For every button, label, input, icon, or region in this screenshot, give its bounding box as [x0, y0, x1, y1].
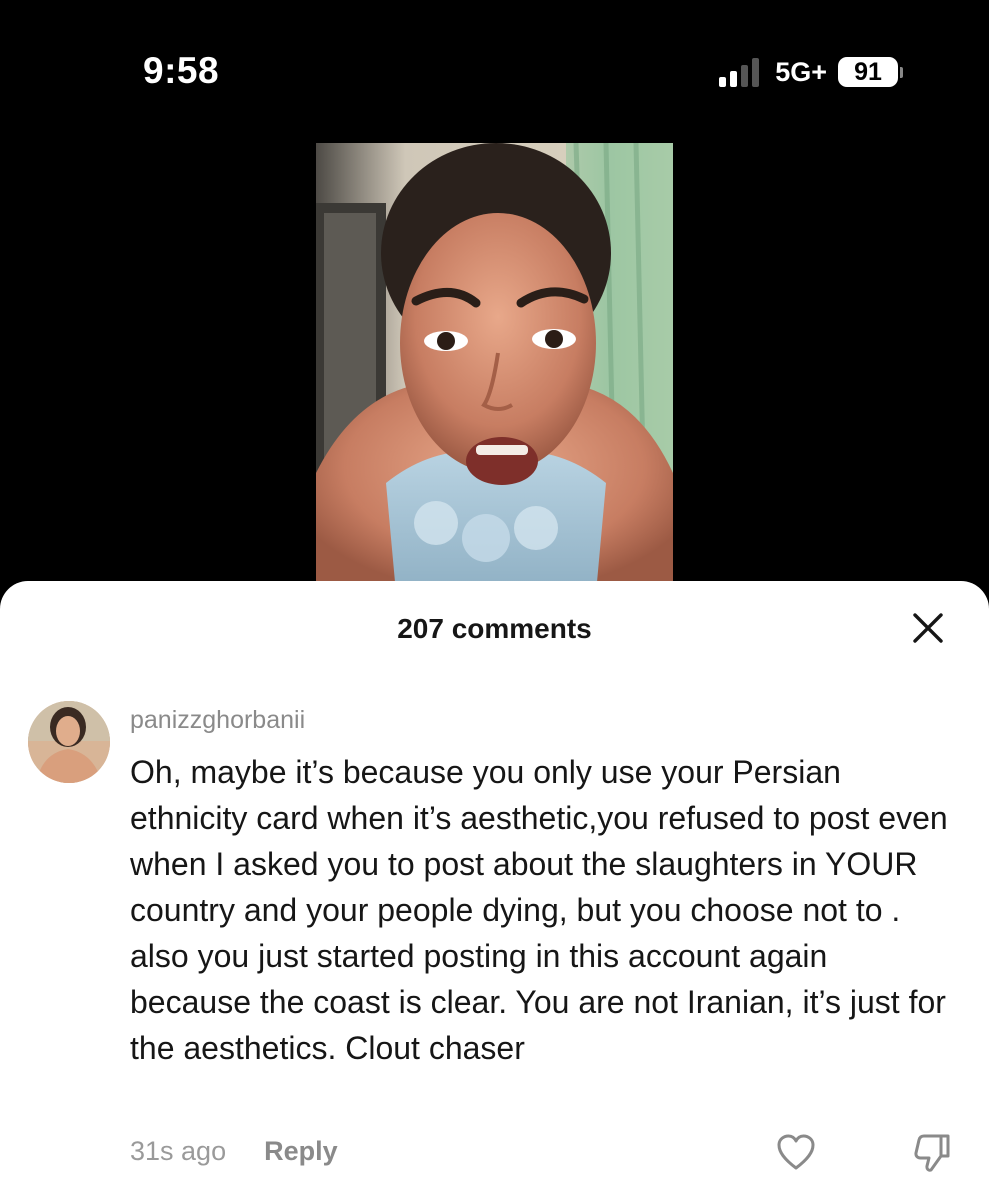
comment-meta: 31s ago Reply — [130, 1136, 338, 1167]
heart-outline-icon[interactable] — [776, 1133, 816, 1171]
battery-icon: 91 — [838, 57, 903, 87]
signal-strength-icon — [719, 57, 760, 87]
comments-sheet: 207 comments panizzghorbanii Oh, maybe i… — [0, 581, 989, 1200]
network-type: 5G+ — [775, 56, 827, 87]
battery-level: 91 — [838, 57, 898, 87]
status-time: 9:58 — [143, 50, 220, 91]
avatar[interactable] — [28, 701, 110, 783]
comments-count-title: 207 comments — [397, 613, 592, 644]
comment-text: Oh, maybe it’s because you only use your… — [130, 754, 948, 1066]
close-icon[interactable] — [911, 611, 945, 645]
app-screen: 9:58 5G+ 91 207 comments panizzghorbanii… — [0, 0, 989, 1200]
thumbs-down-icon[interactable] — [913, 1131, 953, 1173]
comment-username[interactable]: panizzghorbanii — [130, 706, 305, 735]
video-player[interactable] — [316, 143, 673, 593]
reply-button[interactable]: Reply — [264, 1136, 338, 1167]
avatar-image — [28, 701, 110, 783]
status-indicators: 5G+ 91 — [719, 54, 903, 90]
video-frame-image — [316, 143, 673, 593]
battery-tip — [900, 66, 903, 78]
comment-timestamp: 31s ago — [130, 1136, 227, 1166]
